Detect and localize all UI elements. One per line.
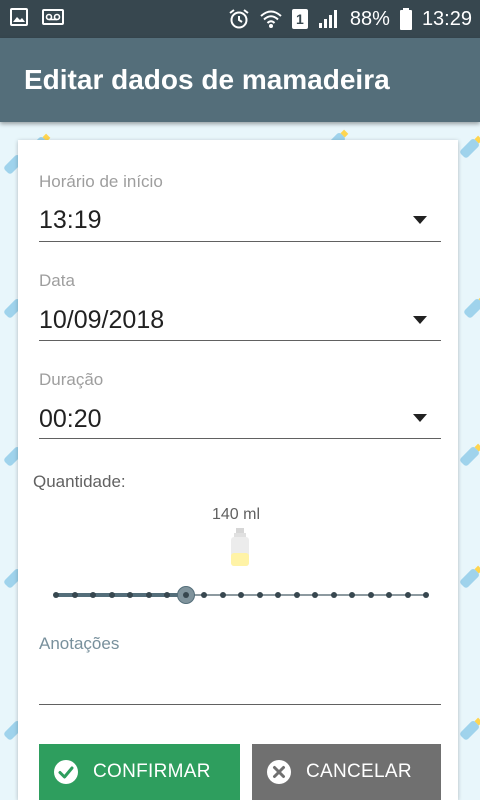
date-underline bbox=[39, 340, 441, 341]
start-time-label: Horário de início bbox=[39, 172, 163, 191]
date-dropdown-icon[interactable] bbox=[413, 316, 427, 324]
bottle-pattern-icon bbox=[460, 135, 480, 158]
bottle-pattern-icon bbox=[460, 717, 480, 740]
confirm-button[interactable]: CONFIRMAR bbox=[39, 744, 240, 800]
slider-tick[interactable] bbox=[349, 592, 355, 598]
quantity-slider[interactable] bbox=[53, 585, 429, 605]
clock: 13:29 bbox=[421, 7, 472, 30]
slider-tick[interactable] bbox=[423, 592, 429, 598]
cancel-button[interactable]: CANCELAR bbox=[252, 744, 441, 800]
duration-dropdown-icon[interactable] bbox=[413, 414, 427, 422]
check-circle-icon bbox=[54, 760, 78, 784]
slider-tick[interactable] bbox=[164, 592, 170, 598]
system-icons: 1 88% 13:29 bbox=[228, 0, 472, 38]
bottle-icon bbox=[231, 528, 249, 566]
bottle-pattern-icon bbox=[464, 295, 480, 318]
sim-icon: 1 bbox=[291, 9, 308, 29]
slider-tick[interactable] bbox=[367, 592, 374, 598]
slider-tick[interactable] bbox=[145, 592, 152, 598]
status-bar: 1 88% 13:29 bbox=[0, 0, 480, 38]
wifi-icon bbox=[260, 10, 282, 28]
battery-percent: 88% bbox=[349, 7, 390, 30]
quantity-value: 140 ml bbox=[212, 506, 261, 523]
slider-tick[interactable] bbox=[219, 592, 226, 598]
voicemail-icon bbox=[42, 9, 64, 25]
slider-tick[interactable] bbox=[238, 592, 244, 598]
bottle-pattern-icon bbox=[460, 565, 480, 588]
slider-tick[interactable] bbox=[404, 592, 411, 598]
slider-tick[interactable] bbox=[256, 592, 263, 598]
slider-tick[interactable] bbox=[90, 592, 96, 598]
edit-form-card: Horário de início 13:19 Data 10/09/2018 … bbox=[18, 140, 458, 800]
slider-tick[interactable] bbox=[330, 592, 337, 598]
confirm-label: CONFIRMAR bbox=[93, 761, 211, 782]
start-time-dropdown-icon[interactable] bbox=[413, 216, 427, 224]
slider-tick[interactable] bbox=[275, 592, 281, 598]
start-time-underline bbox=[39, 241, 441, 242]
battery-icon bbox=[399, 8, 412, 30]
close-circle-icon bbox=[267, 760, 291, 784]
slider-tick[interactable] bbox=[386, 592, 392, 598]
duration-underline bbox=[39, 438, 441, 439]
start-time-value[interactable]: 13:19 bbox=[39, 206, 102, 235]
slider-thumb[interactable] bbox=[176, 586, 195, 604]
slider-tick[interactable] bbox=[312, 592, 318, 598]
cancel-label: CANCELAR bbox=[306, 761, 412, 782]
slider-tick[interactable] bbox=[127, 592, 133, 598]
slider-tick[interactable] bbox=[201, 592, 207, 598]
signal-icon bbox=[318, 10, 337, 28]
image-icon bbox=[10, 8, 28, 26]
duration-label: Duração bbox=[39, 370, 104, 389]
slider-tick[interactable] bbox=[293, 592, 300, 598]
slider-tick[interactable] bbox=[71, 592, 78, 598]
notification-icons bbox=[10, 8, 64, 26]
notes-input[interactable] bbox=[39, 660, 441, 705]
app-bar: Editar dados de mamadeira bbox=[0, 38, 480, 122]
bottle-pattern-icon bbox=[460, 443, 480, 466]
page-title: Editar dados de mamadeira bbox=[24, 64, 390, 95]
notes-label: Anotações bbox=[39, 634, 120, 653]
alarm-icon bbox=[229, 9, 249, 29]
duration-value[interactable]: 00:20 bbox=[39, 405, 102, 434]
slider-tick[interactable] bbox=[53, 592, 59, 598]
date-label: Data bbox=[39, 271, 75, 290]
slider-tick[interactable] bbox=[108, 592, 115, 598]
quantity-label: Quantidade: bbox=[33, 472, 126, 491]
date-value[interactable]: 10/09/2018 bbox=[39, 306, 164, 335]
